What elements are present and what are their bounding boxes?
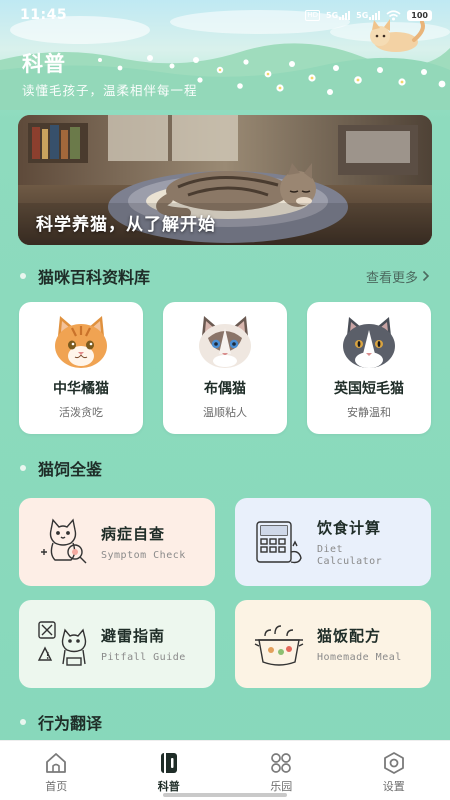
network-type-label: 5G [326,11,339,20]
cellular-signal-icon: 5G [326,10,351,20]
feature-title: 饮食计算 [317,518,382,537]
ragdoll-cat-icon [199,316,251,368]
book-icon [160,753,177,773]
diet-calculator-card[interactable]: 饮食计算 Diet Calculator [235,498,431,586]
science-page: 11:45 HD 5G 5G 100 科普 读懂毛孩子，温柔相伴每一程 科学养猫… [0,0,450,800]
feature-title: 病症自查 [101,524,166,543]
homemade-meal-icon [254,625,304,666]
bottom-navigation: 首页 科普 乐园 设置 [0,740,450,800]
cat-name: 布偶猫 [204,381,246,397]
cat-description: 安静温和 [347,406,391,419]
cat-card-orange-tabby[interactable]: 中华橘猫 活泼贪吃 [19,302,143,434]
cellular-signal-icon-2: 5G [356,10,381,20]
network-type-label-2: 5G [356,11,369,20]
banner-caption: 科学养猫，从了解开始 [36,215,216,235]
nav-item-park[interactable]: 乐园 [225,741,338,800]
battery-icon: 100 [407,9,432,21]
view-more-label: 查看更多 [365,270,418,286]
settings-icon [383,752,404,774]
feature-subtitle: Homemade Meal [317,651,402,663]
status-indicators: HD 5G 5G 100 [305,9,432,21]
behavior-section-title: 行为翻译 [38,714,103,733]
grid-icon [271,753,292,773]
homemade-meal-text: 猫饭配方 Homemade Meal [317,625,402,664]
wifi-icon [386,9,401,20]
homemade-meal-card[interactable]: 猫饭配方 Homemade Meal [235,600,431,688]
section-dot-icon [20,465,26,471]
cat-name: 中华橘猫 [53,381,109,397]
section-dot-icon [20,273,26,279]
diet-calculator-icon [256,521,302,564]
cat-name: 英国短毛猫 [334,381,404,397]
cat-card-british-shorthair[interactable]: 英国短毛猫 安静温和 [307,302,431,434]
symptom-check-icon [41,518,87,564]
british-shorthair-icon [343,317,395,368]
behavior-section-header: 行为翻译 [20,710,430,734]
cat-description: 活泼贪吃 [59,406,103,419]
diet-calculator-text: 饮食计算 Diet Calculator [317,517,382,568]
pitfall-guide-text: 避雷指南 Pitfall Guide [101,625,186,664]
feature-subtitle-line: Diet Calculator [317,543,383,567]
encyclopedia-section-header: 猫咪百科资料库 查看更多 [20,264,430,288]
feature-title: 猫饭配方 [317,626,382,645]
nav-item-home[interactable]: 首页 [0,741,113,800]
nav-item-settings[interactable]: 设置 [338,741,450,800]
section-dot-icon [20,719,26,725]
hd-badge: HD [305,9,321,21]
feature-subtitle: Pitfall Guide [101,651,186,663]
nav-label: 设置 [382,780,405,793]
symptom-check-text: 病症自查 Symptom Check [101,523,186,562]
banner-card[interactable]: 科学养猫，从了解开始 [18,115,432,245]
nav-label: 乐园 [270,780,293,793]
cat-card-ragdoll[interactable]: 布偶猫 温顺粘人 [163,302,287,434]
nav-label: 首页 [45,780,68,793]
orange-cat-icon [55,316,107,368]
home-icon [46,753,67,773]
cat-description: 温顺粘人 [203,406,247,419]
view-more-link[interactable]: 查看更多 [366,267,430,286]
pitfall-guide-icon [37,621,87,666]
symptom-check-card[interactable]: 病症自查 Symptom Check [19,498,215,586]
nav-item-science[interactable]: 科普 [113,741,226,800]
feature-subtitle: Symptom Check [101,549,186,561]
home-indicator[interactable] [163,793,287,797]
pitfall-guide-card[interactable]: 避雷指南 Pitfall Guide [19,600,215,688]
status-time: 11:45 [20,7,68,23]
page-subtitle: 读懂毛孩子，温柔相伴每一程 [22,83,198,98]
guide-section-header: 猫饲全鉴 [20,456,430,480]
nav-label: 科普 [157,780,180,793]
guide-section-title: 猫饲全鉴 [38,460,103,479]
page-title: 科普 [22,52,66,76]
status-bar: 11:45 HD 5G 5G 100 [0,0,450,30]
feature-subtitle: Diet Calculator [317,544,382,568]
encyclopedia-section-title: 猫咪百科资料库 [38,268,151,287]
feature-title: 避雷指南 [101,626,166,645]
chevron-right-icon [422,270,430,282]
